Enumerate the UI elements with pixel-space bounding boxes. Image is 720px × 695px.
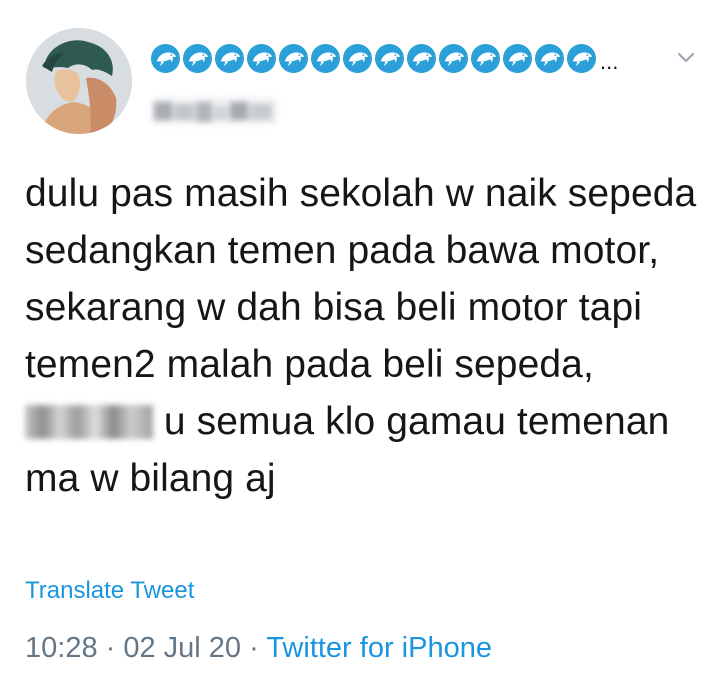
translate-tweet-link[interactable]: Translate Tweet [25, 577, 194, 605]
display-name-ellipsis: ... [600, 49, 619, 74]
dolphin-icon [214, 43, 245, 73]
dolphin-icon [374, 43, 405, 73]
dolphin-icon [182, 43, 213, 73]
tweet-date[interactable]: 02 Jul 20 [123, 632, 241, 664]
tweet-card: ... dulu pas masih sekolah w naik sepeda… [0, 0, 720, 695]
avatar-image [26, 28, 132, 134]
meta-separator: · [241, 632, 267, 664]
dolphin-icon [502, 43, 533, 73]
display-name[interactable]: ... [150, 38, 618, 78]
tweet-text: dulu pas masih sekolah w naik sepeda sed… [25, 165, 705, 507]
tweet-source-link[interactable]: Twitter for iPhone [266, 632, 492, 664]
username-handle-redacted[interactable] [152, 90, 277, 130]
dolphin-icon [406, 43, 437, 73]
dolphin-icon [470, 43, 501, 73]
dolphin-icon [342, 43, 373, 73]
dolphin-icon [278, 43, 309, 73]
dolphin-icon [534, 43, 565, 73]
tweet-text-part-1: dulu pas masih sekolah w naik sepeda sed… [25, 172, 697, 386]
dolphin-icon [150, 43, 181, 73]
tweet-metadata: 10:28 · 02 Jul 20 · Twitter for iPhone [25, 632, 492, 665]
avatar[interactable] [26, 28, 132, 134]
censored-word [25, 405, 153, 439]
dolphin-icon [438, 43, 469, 73]
meta-separator: · [97, 632, 124, 664]
dolphin-icon [246, 43, 277, 73]
dolphin-icon [310, 43, 341, 73]
dolphin-icon [566, 43, 597, 73]
tweet-time[interactable]: 10:28 [25, 632, 98, 664]
chevron-down-icon[interactable] [672, 44, 700, 72]
